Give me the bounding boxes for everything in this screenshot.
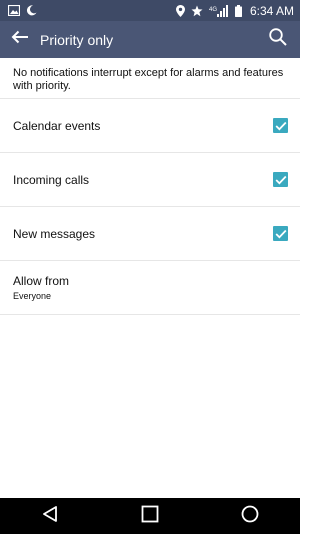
new-messages-checkbox[interactable] xyxy=(273,226,288,241)
nav-recents-button[interactable] xyxy=(230,498,270,534)
moon-icon xyxy=(26,5,37,16)
search-button[interactable] xyxy=(260,21,296,58)
triangle-back-icon xyxy=(41,505,59,528)
checkmark-icon xyxy=(275,121,286,130)
app-bar: Priority only xyxy=(0,21,300,58)
back-arrow-icon xyxy=(11,30,29,49)
allow-from-value: Everyone xyxy=(13,291,52,301)
status-left-icons xyxy=(8,5,37,16)
calendar-events-checkbox[interactable] xyxy=(273,118,288,133)
search-icon xyxy=(269,28,287,51)
circle-recents-icon xyxy=(241,505,259,528)
nav-home-button[interactable] xyxy=(130,498,170,534)
setting-allow-from[interactable]: Allow from Everyone xyxy=(0,261,300,315)
allow-from-text: Allow from Everyone xyxy=(13,274,69,301)
settings-content: No notifications interrupt except for al… xyxy=(0,58,300,315)
status-bar: 4G 6:34 AM xyxy=(0,0,300,21)
battery-icon xyxy=(234,4,242,17)
back-button[interactable] xyxy=(2,21,38,58)
image-icon xyxy=(8,5,20,16)
allow-from-label: Allow from xyxy=(13,274,70,288)
setting-new-messages[interactable]: New messages xyxy=(0,207,300,261)
setting-label: Calendar events xyxy=(13,118,101,133)
nav-back-button[interactable] xyxy=(30,498,70,534)
setting-calendar-events[interactable]: Calendar events xyxy=(0,99,300,153)
incoming-calls-checkbox[interactable] xyxy=(273,172,288,187)
checkmark-icon xyxy=(275,175,286,184)
setting-incoming-calls[interactable]: Incoming calls xyxy=(0,153,300,207)
intro-text: No notifications interrupt except for al… xyxy=(0,58,300,99)
setting-label: New messages xyxy=(13,226,96,241)
square-home-icon xyxy=(141,505,159,528)
navigation-bar xyxy=(0,498,300,534)
status-time: 6:34 AM xyxy=(249,3,294,18)
checkmark-icon xyxy=(275,229,286,238)
star-icon xyxy=(191,5,203,17)
svg-text:4G: 4G xyxy=(209,7,217,13)
status-right-icons: 4G 6:34 AM xyxy=(175,3,294,18)
page-title: Priority only xyxy=(40,31,114,48)
location-icon xyxy=(175,4,185,17)
setting-label: Incoming calls xyxy=(13,172,90,187)
4g-signal-icon: 4G xyxy=(209,4,229,17)
